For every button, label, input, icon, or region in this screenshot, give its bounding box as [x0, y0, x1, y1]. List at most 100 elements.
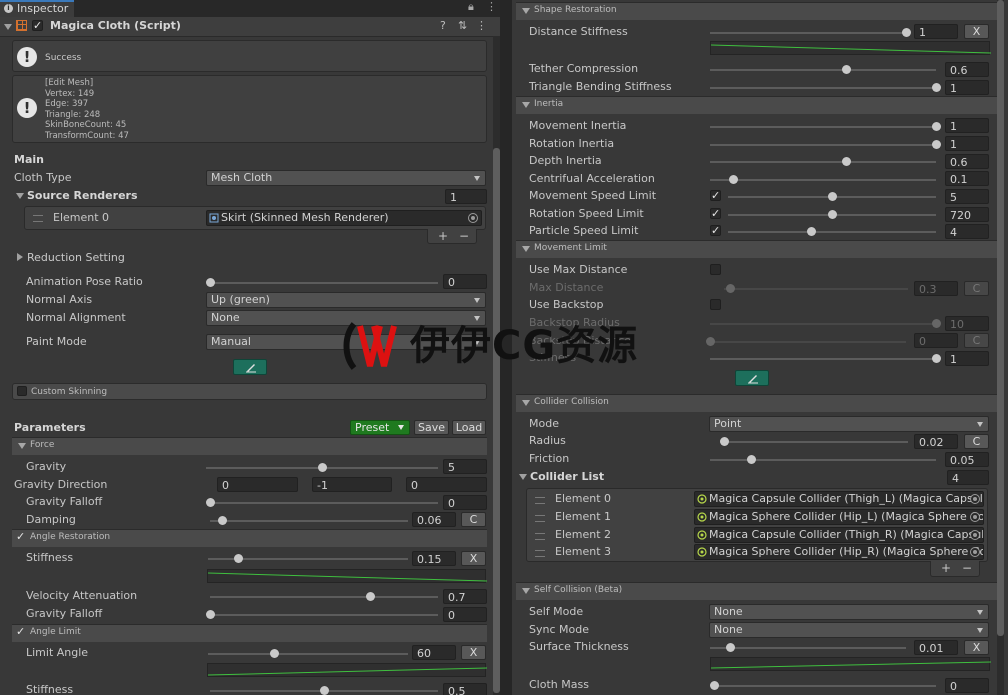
object-picker-icon[interactable]: [468, 213, 478, 223]
centrifugal-field[interactable]: 0.1: [945, 171, 989, 186]
depth-inertia-field[interactable]: 0.6: [945, 154, 989, 169]
curve-c-button[interactable]: C: [461, 512, 486, 527]
help-icon[interactable]: ?: [440, 19, 446, 33]
movement-inertia-field[interactable]: 1: [945, 118, 989, 133]
remove-button[interactable]: −: [962, 561, 972, 575]
curve-x-button[interactable]: X: [964, 24, 989, 39]
rotation-inertia-field[interactable]: 1: [945, 136, 989, 151]
check-icon[interactable]: ✓: [16, 530, 25, 543]
component-enabled-checkbox[interactable]: ✓: [32, 20, 43, 31]
angle-limit-header[interactable]: ✓ Angle Limit: [12, 624, 487, 642]
component-header[interactable]: ✓ Magica Cloth (Script) ? ⇅ ⋮: [0, 17, 500, 37]
right-scrollbar-thumb[interactable]: [997, 0, 1004, 636]
slider-thumb[interactable]: [841, 65, 851, 74]
inertia-header[interactable]: Inertia: [516, 96, 1000, 114]
self-collision-header[interactable]: Self Collision (Beta): [516, 582, 1000, 600]
particle-speed-limit-slider[interactable]: [728, 231, 936, 233]
slider-thumb[interactable]: [234, 554, 243, 563]
drag-handle-icon[interactable]: [535, 515, 545, 522]
kebab-menu-icon[interactable]: ⋮: [486, 0, 497, 14]
stiffness-slider[interactable]: [710, 358, 936, 360]
limit-angle-slider[interactable]: [208, 653, 408, 655]
friction-field[interactable]: 0.05: [945, 452, 989, 467]
slider-thumb[interactable]: [710, 681, 719, 690]
limit-angle-field[interactable]: 60: [412, 645, 456, 660]
tether-compression-slider[interactable]: [710, 69, 936, 71]
gravity-direction-x[interactable]: 0: [217, 477, 298, 492]
preset-sliders-icon[interactable]: ⇅: [458, 19, 467, 33]
gravity-falloff-slider[interactable]: [210, 502, 438, 504]
chevron-down-icon[interactable]: [519, 474, 527, 480]
collider-object-field[interactable]: Magica Sphere Collider (Hip_R) (Magica S…: [694, 544, 984, 560]
slider-thumb[interactable]: [270, 649, 279, 658]
curve-x-button[interactable]: X: [461, 645, 486, 660]
lock-icon[interactable]: 🔒︎: [468, 0, 474, 14]
movement-speed-limit-field[interactable]: 5: [945, 189, 989, 204]
velocity-attenuation-slider[interactable]: [210, 596, 438, 598]
kebab-menu-icon[interactable]: ⋮: [476, 19, 487, 33]
object-picker-icon[interactable]: [970, 512, 980, 522]
force-header[interactable]: Force: [12, 437, 487, 455]
damping-field[interactable]: 0.06: [412, 512, 456, 527]
slider-thumb[interactable]: [902, 28, 911, 37]
left-scrollbar-thumb[interactable]: [493, 148, 500, 693]
right-scrollbar[interactable]: [997, 0, 1004, 695]
slider-thumb[interactable]: [206, 498, 215, 507]
self-mode-dropdown[interactable]: None: [709, 604, 989, 620]
paint-brush-button[interactable]: [233, 359, 267, 375]
animation-pose-ratio-slider[interactable]: [210, 282, 438, 284]
slider-thumb[interactable]: [725, 643, 735, 652]
drag-handle-icon[interactable]: [33, 215, 43, 222]
collider-list-label[interactable]: Collider List: [530, 470, 604, 484]
gravity-direction-y[interactable]: -1: [312, 477, 392, 492]
slider-thumb[interactable]: [828, 210, 837, 219]
collider-list-count[interactable]: 4: [947, 470, 989, 485]
chevron-right-icon[interactable]: [17, 253, 23, 261]
gravity-falloff2-field[interactable]: 0: [443, 607, 487, 622]
slider-thumb[interactable]: [217, 516, 227, 525]
chevron-down-icon[interactable]: [16, 193, 24, 199]
stiffness-curve[interactable]: [207, 569, 487, 583]
curve-x-button[interactable]: X: [461, 551, 486, 566]
collider-collision-header[interactable]: Collider Collision: [516, 394, 1000, 412]
drag-handle-icon[interactable]: [535, 533, 545, 540]
cloth-type-dropdown[interactable]: Mesh Cloth: [206, 170, 486, 186]
particle-speed-limit-checkbox[interactable]: ✓: [710, 225, 721, 236]
collider-object-field[interactable]: Magica Capsule Collider (Thigh_L) (Magic…: [694, 491, 984, 507]
slider-thumb[interactable]: [932, 122, 941, 131]
cloth-mass-slider[interactable]: [714, 685, 936, 687]
slider-thumb[interactable]: [719, 437, 729, 446]
load-button[interactable]: Load: [452, 420, 486, 435]
rotation-inertia-slider[interactable]: [710, 144, 936, 146]
movement-speed-limit-checkbox[interactable]: ✓: [710, 190, 721, 201]
stiffness-field[interactable]: 1: [945, 351, 989, 366]
surface-thickness-slider[interactable]: [710, 647, 906, 649]
tab-inspector[interactable]: i Inspector: [0, 0, 74, 17]
custom-skinning-checkbox[interactable]: [17, 386, 27, 396]
depth-inertia-slider[interactable]: [710, 161, 936, 163]
shape-restoration-header[interactable]: Shape Restoration: [516, 2, 1000, 20]
slider-thumb[interactable]: [206, 610, 215, 619]
angle-restoration-header[interactable]: ✓ Angle Restoration: [12, 529, 487, 547]
triangle-bending-field[interactable]: 1: [945, 80, 989, 95]
radius-slider[interactable]: [720, 441, 908, 443]
slider-thumb[interactable]: [746, 455, 756, 464]
distance-stiffness-field[interactable]: 1: [914, 24, 958, 39]
use-backstop-checkbox[interactable]: [710, 299, 721, 310]
check-icon[interactable]: ✓: [16, 625, 25, 638]
stiffness2-field[interactable]: 0.5: [443, 683, 487, 695]
slider-thumb[interactable]: [728, 175, 738, 184]
gravity-falloff-field[interactable]: 0: [443, 495, 487, 510]
object-picker-icon[interactable]: [970, 547, 980, 557]
distance-stiffness-curve[interactable]: [710, 41, 991, 55]
slider-thumb[interactable]: [206, 278, 215, 287]
source-renderers-label[interactable]: Source Renderers: [27, 189, 138, 203]
slider-thumb[interactable]: [841, 157, 851, 166]
object-picker-icon[interactable]: [970, 494, 980, 504]
reduction-setting-label[interactable]: Reduction Setting: [27, 251, 125, 265]
custom-skinning-bar[interactable]: Custom Skinning: [12, 383, 487, 400]
add-button[interactable]: +: [941, 561, 951, 575]
limit-angle-curve[interactable]: [207, 663, 487, 677]
preset-dropdown[interactable]: Preset: [350, 420, 410, 435]
cloth-mass-field[interactable]: 0: [945, 678, 989, 693]
